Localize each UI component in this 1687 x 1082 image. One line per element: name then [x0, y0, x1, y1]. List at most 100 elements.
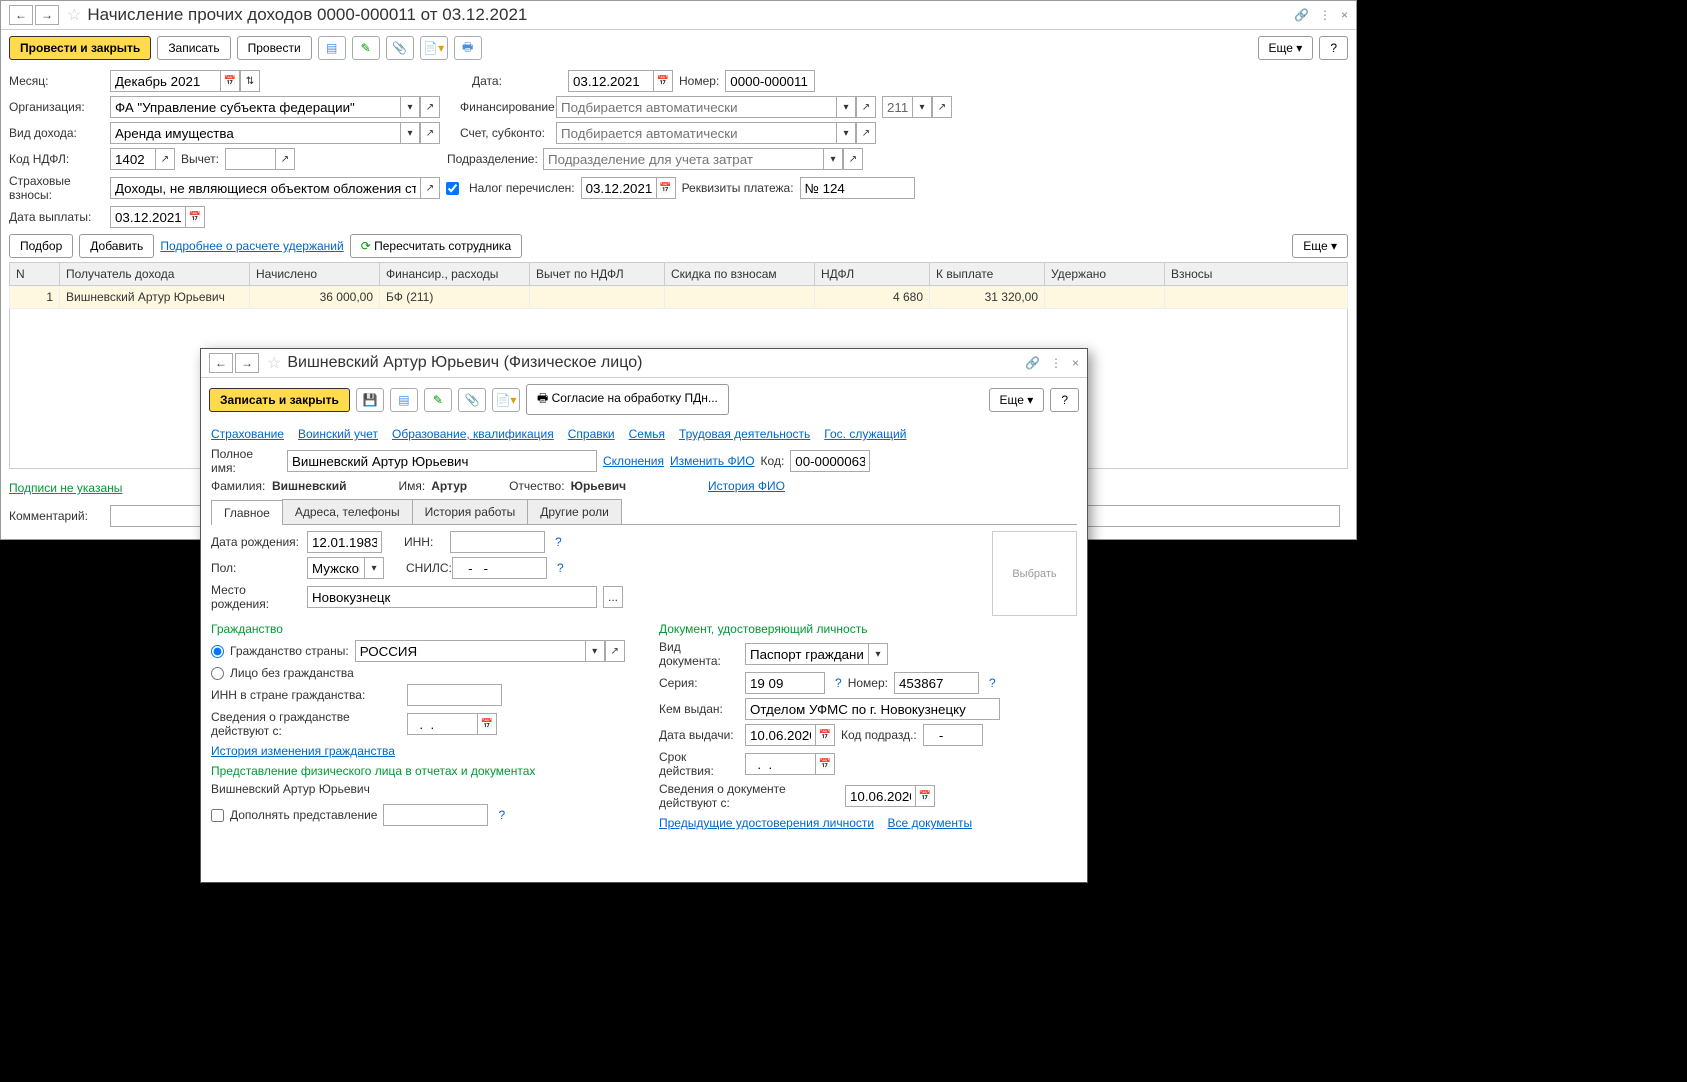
col-withheld[interactable]: Удержано	[1045, 263, 1165, 286]
signatures-link[interactable]: Подписи не указаны	[9, 481, 122, 495]
number-hint-icon[interactable]: ?	[989, 676, 996, 690]
dialog-report-icon[interactable]: ▤	[390, 388, 418, 412]
citizenship-history-link[interactable]: История изменения гражданства	[211, 744, 395, 758]
payment-details-input[interactable]	[800, 177, 915, 199]
nav-education[interactable]: Образование, квалификация	[392, 427, 554, 441]
dialog-star-icon[interactable]: ☆	[267, 353, 281, 373]
dept-code-input[interactable]	[923, 724, 983, 746]
dropdown-icon[interactable]: ▾	[585, 640, 605, 662]
inn-country-input[interactable]	[407, 684, 502, 706]
stepper-icon[interactable]: ⇅	[240, 70, 260, 92]
save-icon[interactable]: 💾	[356, 388, 384, 412]
calendar-icon[interactable]: 📅	[220, 70, 240, 92]
report-icon[interactable]: ▤	[318, 36, 346, 60]
create-based-icon[interactable]: 📄▾	[420, 36, 448, 60]
save-button[interactable]: Записать	[157, 36, 230, 60]
print-icon[interactable]: 🖶	[454, 36, 482, 60]
all-docs-link[interactable]: Все документы	[887, 816, 972, 830]
ndfl-code-input[interactable]	[110, 148, 155, 170]
org-input[interactable]	[110, 96, 400, 118]
dialog-link-icon[interactable]: 🔗	[1025, 356, 1040, 370]
recalc-button[interactable]: ⟳ Пересчитать сотрудника	[350, 234, 522, 258]
table-row[interactable]: 1 Вишневский Артур Юрьевич 36 000,00 БФ …	[10, 286, 1348, 309]
calendar-icon[interactable]: 📅	[815, 753, 835, 775]
gender-input[interactable]	[307, 557, 364, 579]
back-button[interactable]: ←	[9, 5, 33, 25]
calendar-icon[interactable]: 📅	[185, 206, 205, 228]
select-button[interactable]: Подбор	[9, 234, 73, 258]
close-icon[interactable]: ×	[1341, 8, 1348, 22]
open-icon[interactable]: ↗	[275, 148, 295, 170]
col-n[interactable]: N	[10, 263, 60, 286]
post-close-button[interactable]: Провести и закрыть	[9, 36, 151, 60]
calendar-icon[interactable]: 📅	[915, 785, 935, 807]
code-input[interactable]	[790, 450, 870, 472]
issue-date-input[interactable]	[745, 724, 815, 746]
dialog-save-close-button[interactable]: Записать и закрыть	[209, 388, 350, 412]
deduction-input[interactable]	[225, 148, 275, 170]
open-icon[interactable]: ↗	[420, 96, 440, 118]
nav-references[interactable]: Справки	[568, 427, 615, 441]
calendar-icon[interactable]: 📅	[656, 177, 676, 199]
prev-docs-link[interactable]: Предыдущие удостоверения личности	[659, 816, 874, 830]
calendar-icon[interactable]: 📅	[815, 724, 835, 746]
date-input[interactable]	[568, 70, 653, 92]
tax-paid-checkbox[interactable]	[446, 182, 459, 195]
add-button[interactable]: Добавить	[79, 234, 154, 258]
nav-insurance[interactable]: Страхование	[211, 427, 284, 441]
col-recipient[interactable]: Получатель дохода	[60, 263, 250, 286]
tab-addresses[interactable]: Адреса, телефоны	[282, 499, 413, 524]
open-icon[interactable]: ↗	[856, 96, 876, 118]
full-name-input[interactable]	[287, 450, 597, 472]
month-input[interactable]	[110, 70, 220, 92]
tab-main[interactable]: Главное	[211, 500, 283, 525]
consent-button[interactable]: 🖶 Согласие на обработку ПДн...	[526, 384, 729, 415]
series-input[interactable]	[745, 672, 825, 694]
dropdown-icon[interactable]: ▾	[364, 557, 384, 579]
more-about-link[interactable]: Подробнее о расчете удержаний	[160, 239, 343, 253]
account-input[interactable]	[556, 122, 836, 144]
open-icon[interactable]: ↗	[843, 148, 863, 170]
open-icon[interactable]: ↗	[856, 122, 876, 144]
star-icon[interactable]: ☆	[67, 5, 81, 25]
change-fio-link[interactable]: Изменить ФИО	[670, 454, 755, 468]
open-icon[interactable]: ↗	[605, 640, 625, 662]
tax-paid-date-input[interactable]	[581, 177, 656, 199]
dropdown-icon[interactable]: ▾	[400, 122, 420, 144]
dropdown-icon[interactable]: ▾	[836, 96, 856, 118]
dialog-attach-icon[interactable]: 📎	[458, 388, 486, 412]
nav-family[interactable]: Семья	[629, 427, 665, 441]
dialog-close-icon[interactable]: ×	[1072, 356, 1079, 370]
table-more-button[interactable]: Еще ▾	[1292, 234, 1348, 258]
col-contrib[interactable]: Взносы	[1165, 263, 1348, 286]
menu-icon[interactable]: ⋮	[1319, 8, 1331, 22]
supplement-hint-icon[interactable]: ?	[498, 808, 505, 822]
citizenship-from-input[interactable]	[407, 713, 477, 735]
supplement-checkbox[interactable]	[211, 809, 224, 822]
dialog-menu-icon[interactable]: ⋮	[1050, 356, 1062, 370]
calendar-icon[interactable]: 📅	[477, 713, 497, 735]
dropdown-icon[interactable]: ▾	[400, 96, 420, 118]
dialog-help-button[interactable]: ?	[1050, 388, 1079, 412]
dialog-more-button[interactable]: Еще ▾	[989, 388, 1045, 412]
photo-placeholder[interactable]: Выбрать	[992, 531, 1077, 616]
tab-roles[interactable]: Другие роли	[527, 499, 622, 524]
col-discount[interactable]: Скидка по взносам	[665, 263, 815, 286]
edit-icon[interactable]: ✎	[352, 36, 380, 60]
dialog-forward-button[interactable]: →	[235, 353, 259, 373]
open-icon[interactable]: ↗	[420, 177, 440, 199]
snils-hint-icon[interactable]: ?	[557, 561, 564, 575]
dropdown-icon[interactable]: ▾	[868, 643, 888, 665]
citizenship-country-radio[interactable]	[211, 645, 224, 658]
country-input[interactable]	[355, 640, 585, 662]
nav-work[interactable]: Трудовая деятельность	[679, 427, 810, 441]
dropdown-icon[interactable]: ▾	[823, 148, 843, 170]
help-button[interactable]: ?	[1319, 36, 1348, 60]
fin-code-input[interactable]	[882, 96, 912, 118]
col-accrued[interactable]: Начислено	[250, 263, 380, 286]
open-icon[interactable]: ↗	[155, 148, 175, 170]
post-button[interactable]: Провести	[237, 36, 312, 60]
col-fin[interactable]: Финансир., расходы	[380, 263, 530, 286]
birth-date-input[interactable]	[307, 531, 382, 553]
attach-icon[interactable]: 📎	[386, 36, 414, 60]
